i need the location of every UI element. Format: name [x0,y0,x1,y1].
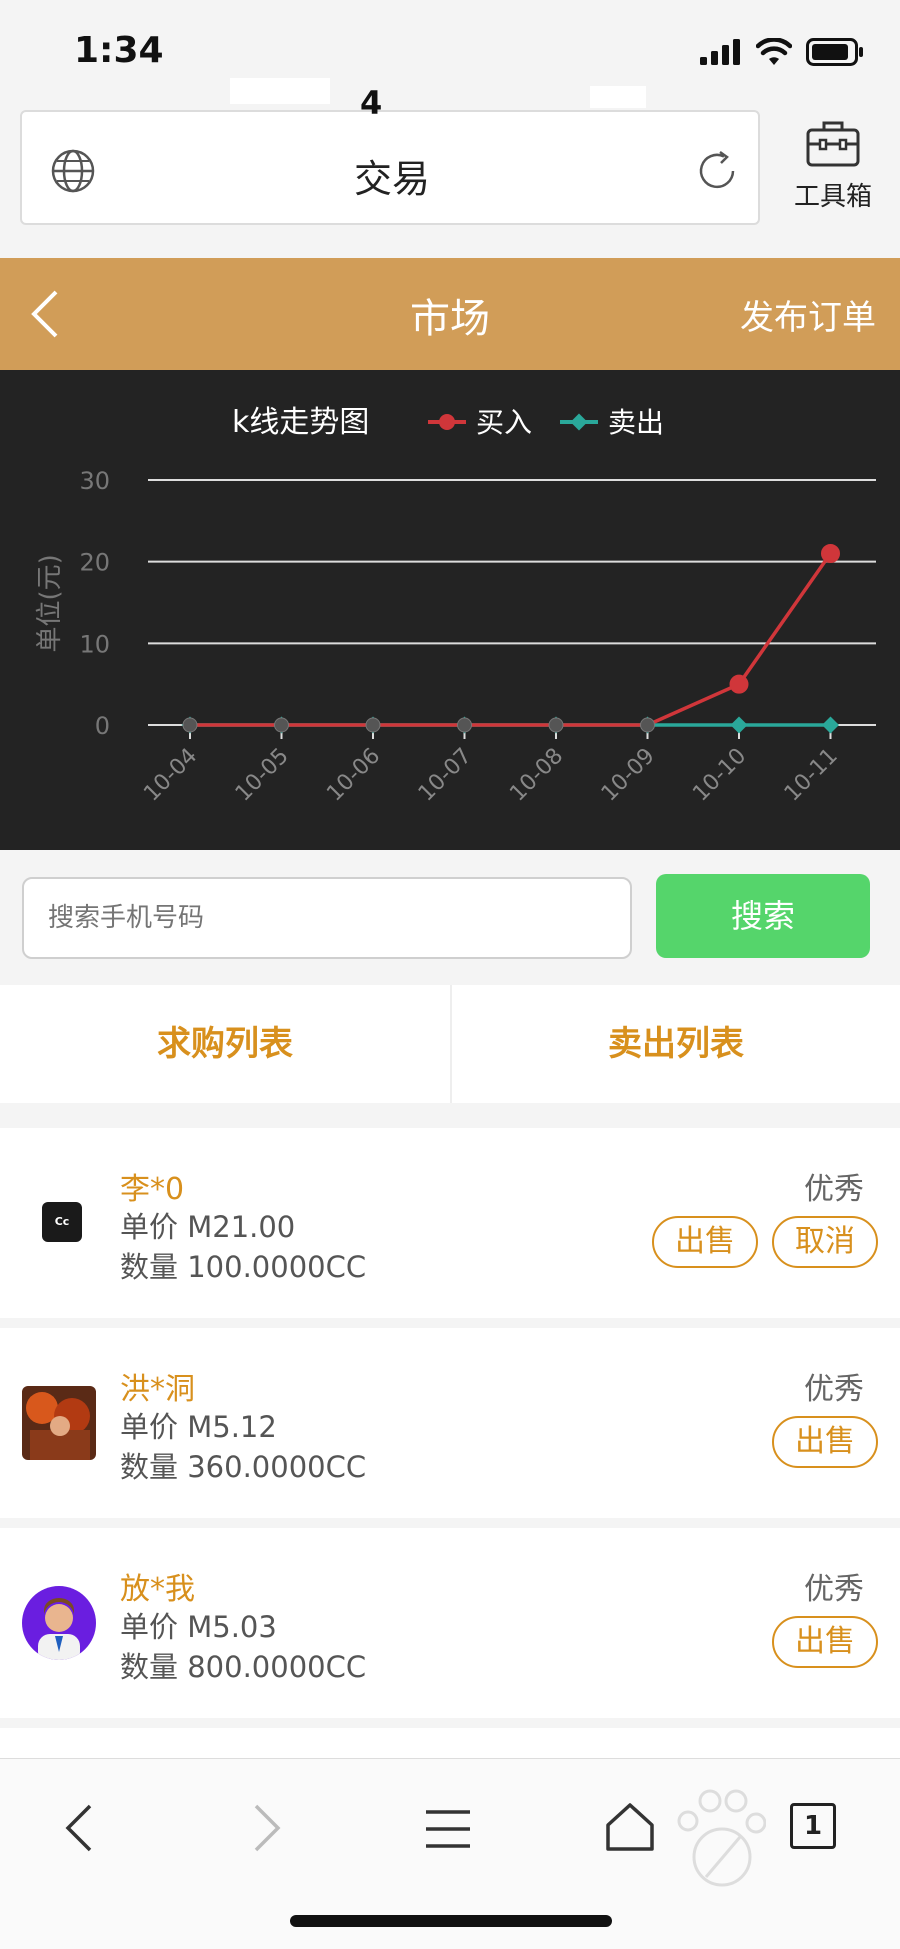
back-nav-icon[interactable] [64,1803,94,1853]
list-item [0,1728,900,1758]
sell-button[interactable]: 出售 [772,1416,878,1468]
x-tick-label: 10-04 [139,744,202,807]
data-point [730,716,748,734]
order-quantity: 数量 100.0000CC [120,1250,367,1284]
tab-buy-list[interactable]: 求购列表 [0,985,450,1103]
status-icons [700,38,864,66]
avatar [22,1386,96,1460]
toolbox-icon [806,121,860,167]
order-price: 单价 M21.00 [120,1210,296,1244]
data-point [457,717,472,733]
y-tick-label: 10 [79,630,110,658]
avatar: Cc [42,1202,82,1242]
sell-button[interactable]: 出售 [652,1216,758,1268]
chart-svg: k线走势图 买入 卖出单位(元) 0 10 20 30 10-04 10-05 10-06 10-0… [35,405,876,807]
page-title: 交易 [353,157,430,201]
y-tick-label: 30 [79,467,110,495]
cancel-button[interactable]: 取消 [772,1216,878,1268]
legend-marker [439,414,455,430]
tab-count: 4 [360,84,383,122]
kline-chart: k线走势图 买入 卖出单位(元) 0 10 20 30 10-04 10-05 10-06 10-0… [0,370,900,850]
data-point [821,544,840,563]
home-indicator [290,1915,612,1927]
order-price: 单价 M5.12 [120,1410,277,1444]
list-tabs: 求购列表 卖出列表 [0,985,900,1103]
search-input[interactable] [22,877,632,959]
data-point [274,717,289,733]
x-tick-label: 10-08 [505,744,568,807]
x-tick-label: 10-10 [688,744,751,807]
x-tick-label: 10-11 [780,744,843,807]
data-point [729,674,749,694]
order-quantity: 数量 360.0000CC [120,1450,367,1484]
x-tick-label: 10-06 [322,744,385,807]
toolbox-label: 工具箱 [793,182,872,212]
redaction [590,86,646,108]
tabs-count-button[interactable]: 1 [790,1803,836,1849]
order-user-name: 洪*洞 [120,1372,195,1407]
search-button[interactable]: 搜索 [656,874,870,958]
sell-button[interactable]: 出售 [772,1616,878,1668]
data-point [822,716,839,734]
order-quantity: 数量 800.0000CC [120,1650,367,1684]
publish-order-button[interactable]: 发布订单 [740,290,876,339]
y-tick-label: 20 [79,549,110,577]
list-item: 洪*洞 单价 M5.12 数量 360.0000CC 优秀 出售 [0,1328,900,1518]
avatar-image [22,1586,96,1660]
y-tick-label: 0 [95,712,110,740]
status-time: 1:34 [74,30,164,71]
order-user-name: 李*0 [120,1172,185,1207]
avatar-image [22,1386,96,1460]
x-tick-label: 10-07 [414,744,477,807]
list-item: 放*我 单价 M5.03 数量 800.0000CC 优秀 出售 [0,1528,900,1718]
forward-nav-icon[interactable] [252,1803,282,1853]
home-icon[interactable] [604,1801,656,1853]
tab-sell-list[interactable]: 卖出列表 [450,985,900,1103]
order-user-name: 放*我 [120,1572,195,1607]
order-price: 单价 M5.03 [120,1610,277,1644]
wifi-icon [756,38,792,65]
data-point [640,717,655,733]
paw-watermark-icon [677,1789,766,1887]
data-point [182,717,198,733]
signal-icon [700,39,740,65]
address-bar[interactable]: 交易 [20,110,760,225]
legend-label: 卖出 [608,406,664,439]
series-line [190,552,832,727]
legend-marker [570,413,588,431]
legend-label: 买入 [476,406,532,439]
app-header: 市场 发布订单 [0,258,900,370]
order-rating: 优秀 [804,1572,864,1607]
battery-icon [806,38,863,66]
menu-icon[interactable] [424,1809,472,1849]
toolbox-button[interactable]: 工具箱 [778,118,888,213]
data-point [548,717,564,733]
data-point [365,717,381,733]
y-axis-label: 单位(元) [35,554,65,652]
order-rating: 优秀 [804,1172,864,1207]
x-tick-label: 10-05 [231,744,294,807]
x-tick-label: 10-09 [597,744,660,807]
redaction [230,78,330,104]
order-rating: 优秀 [804,1372,864,1407]
list-item: Cc 李*0 单价 M21.00 数量 100.0000CC 优秀 出售 取消 [0,1128,900,1318]
refresh-icon[interactable] [694,148,740,194]
avatar [22,1586,96,1660]
chart-title: k线走势图 [232,405,369,440]
